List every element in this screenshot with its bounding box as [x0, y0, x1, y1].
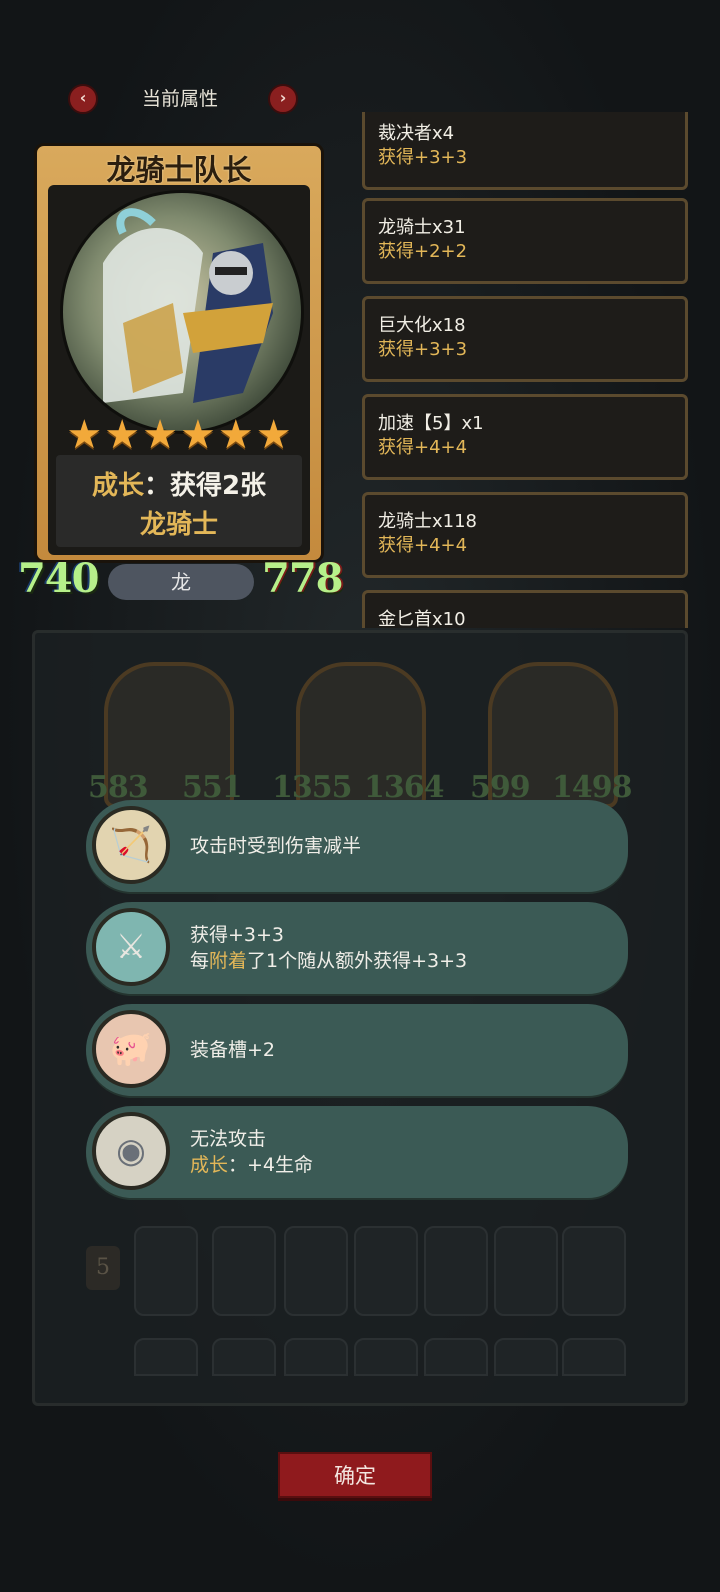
growth-label: 成长	[91, 471, 144, 501]
attribute-item: 加速【5】x1 获得+4+4	[362, 394, 688, 480]
effect-panel: ⚔ 获得+3+3 每附着了1个随从额外获得+3+3	[86, 902, 628, 994]
hero-card: 龙骑士队长 ★★★★★★ 成长：获得2张 龙骑士	[34, 143, 324, 563]
hand-card-slot	[562, 1226, 626, 1316]
effect-panel: ◉ 无法攻击 成长：+4生命	[86, 1106, 628, 1198]
attribute-name: 加速【5】x1	[378, 413, 484, 434]
crossbow-icon: 🏹	[92, 806, 170, 884]
shop-card-slot	[562, 1338, 626, 1376]
keyword-growth: 成长	[190, 1154, 229, 1176]
shop-card-slot	[424, 1338, 488, 1376]
effect-line-2: 每附着了1个随从额外获得+3+3	[190, 950, 468, 972]
attribute-name: 金匕首x10	[378, 609, 466, 628]
attribute-value: 获得+4+4	[378, 437, 468, 458]
attribute-name: 龙骑士x31	[378, 217, 466, 238]
attribute-value: 获得+2+2	[378, 241, 468, 262]
effect-text: 攻击时受到伤害减半	[190, 800, 620, 892]
hand-card-slot	[284, 1226, 348, 1316]
chevron-right-icon[interactable]: ›	[268, 84, 298, 114]
hand-card-slot	[354, 1226, 418, 1316]
hand-card-slot	[424, 1226, 488, 1316]
attribute-item: 裁决者x4 获得+3+3	[362, 112, 688, 190]
effect-line: 装备槽+2	[190, 1039, 276, 1061]
star-icon: ★	[180, 412, 216, 458]
effect-text: 装备槽+2	[190, 1004, 620, 1096]
effect-line: 获得+3+3	[190, 924, 285, 946]
hand-card-slot	[134, 1226, 198, 1316]
shop-card-slot	[284, 1338, 348, 1376]
growth-line: 成长：获得2张	[56, 465, 302, 502]
pig-icon: 🐖	[92, 1010, 170, 1088]
shop-card-slot	[354, 1338, 418, 1376]
hand-level-badge: 5	[86, 1246, 120, 1290]
attribute-name: 龙骑士x118	[378, 511, 478, 532]
star-icon: ★	[104, 412, 141, 458]
attribute-item: 龙骑士x31 获得+2+2	[362, 198, 688, 284]
coin-icon: ◉	[92, 1112, 170, 1190]
attribute-name: 裁决者x4	[378, 123, 455, 144]
star-rating: ★★★★★★	[54, 415, 304, 455]
hero-name: 龙骑士队长	[106, 153, 252, 187]
effect-line: 攻击时受到伤害减半	[190, 835, 362, 857]
attribute-list[interactable]: 裁决者x4 获得+3+3 龙骑士x31 获得+2+2 巨大化x18 获得+3+3…	[360, 112, 692, 628]
hero-attack: 740	[18, 555, 99, 602]
attribute-item: 龙骑士x118 获得+4+4	[362, 492, 688, 578]
effect-text: 无法攻击 成长：+4生命	[190, 1106, 620, 1198]
effect-panel: 🐖 装备槽+2	[86, 1004, 628, 1096]
panel-title: 当前属性	[141, 88, 218, 110]
effect-text: 获得+3+3 每附着了1个随从额外获得+3+3	[190, 902, 620, 994]
attribute-item: 巨大化x18 获得+3+3	[362, 296, 688, 382]
attribute-item: 金匕首x10	[362, 590, 688, 628]
growth-effect: 获得2张	[169, 471, 267, 501]
attribute-value: 获得+4+4	[378, 535, 468, 556]
star-icon: ★	[255, 412, 292, 458]
hand-card-slot	[494, 1226, 558, 1316]
chevron-left-icon[interactable]: ‹	[68, 84, 98, 114]
warrior-icon: ⚔	[92, 908, 170, 986]
growth-target: 龙骑士	[139, 510, 218, 540]
shop-card-slot	[134, 1338, 198, 1376]
star-icon: ★	[142, 412, 178, 458]
attribute-value: 获得+3+3	[378, 339, 468, 360]
effect-panel: 🏹 攻击时受到伤害减半	[86, 800, 628, 892]
dragon-knight-art	[103, 208, 273, 403]
confirm-button[interactable]: 确定	[278, 1452, 432, 1498]
shop-card-slot	[212, 1338, 276, 1376]
star-icon: ★	[66, 412, 103, 458]
shop-card-slot	[494, 1338, 558, 1376]
effect-line-2: 成长：+4生命	[190, 1154, 314, 1176]
effect-line: 无法攻击	[190, 1128, 267, 1150]
attribute-name: 巨大化x18	[378, 315, 466, 336]
star-icon: ★	[217, 412, 254, 458]
growth-colon: ：	[143, 471, 170, 501]
keyword-attach: 附着	[209, 950, 248, 972]
attribute-value: 获得+3+3	[378, 147, 468, 168]
hand-card-slot	[212, 1226, 276, 1316]
hero-tribe-badge: 龙	[108, 564, 254, 600]
hero-health: 778	[262, 555, 343, 602]
hero-portrait	[60, 190, 304, 434]
growth-box: 成长：获得2张 龙骑士	[56, 455, 302, 547]
